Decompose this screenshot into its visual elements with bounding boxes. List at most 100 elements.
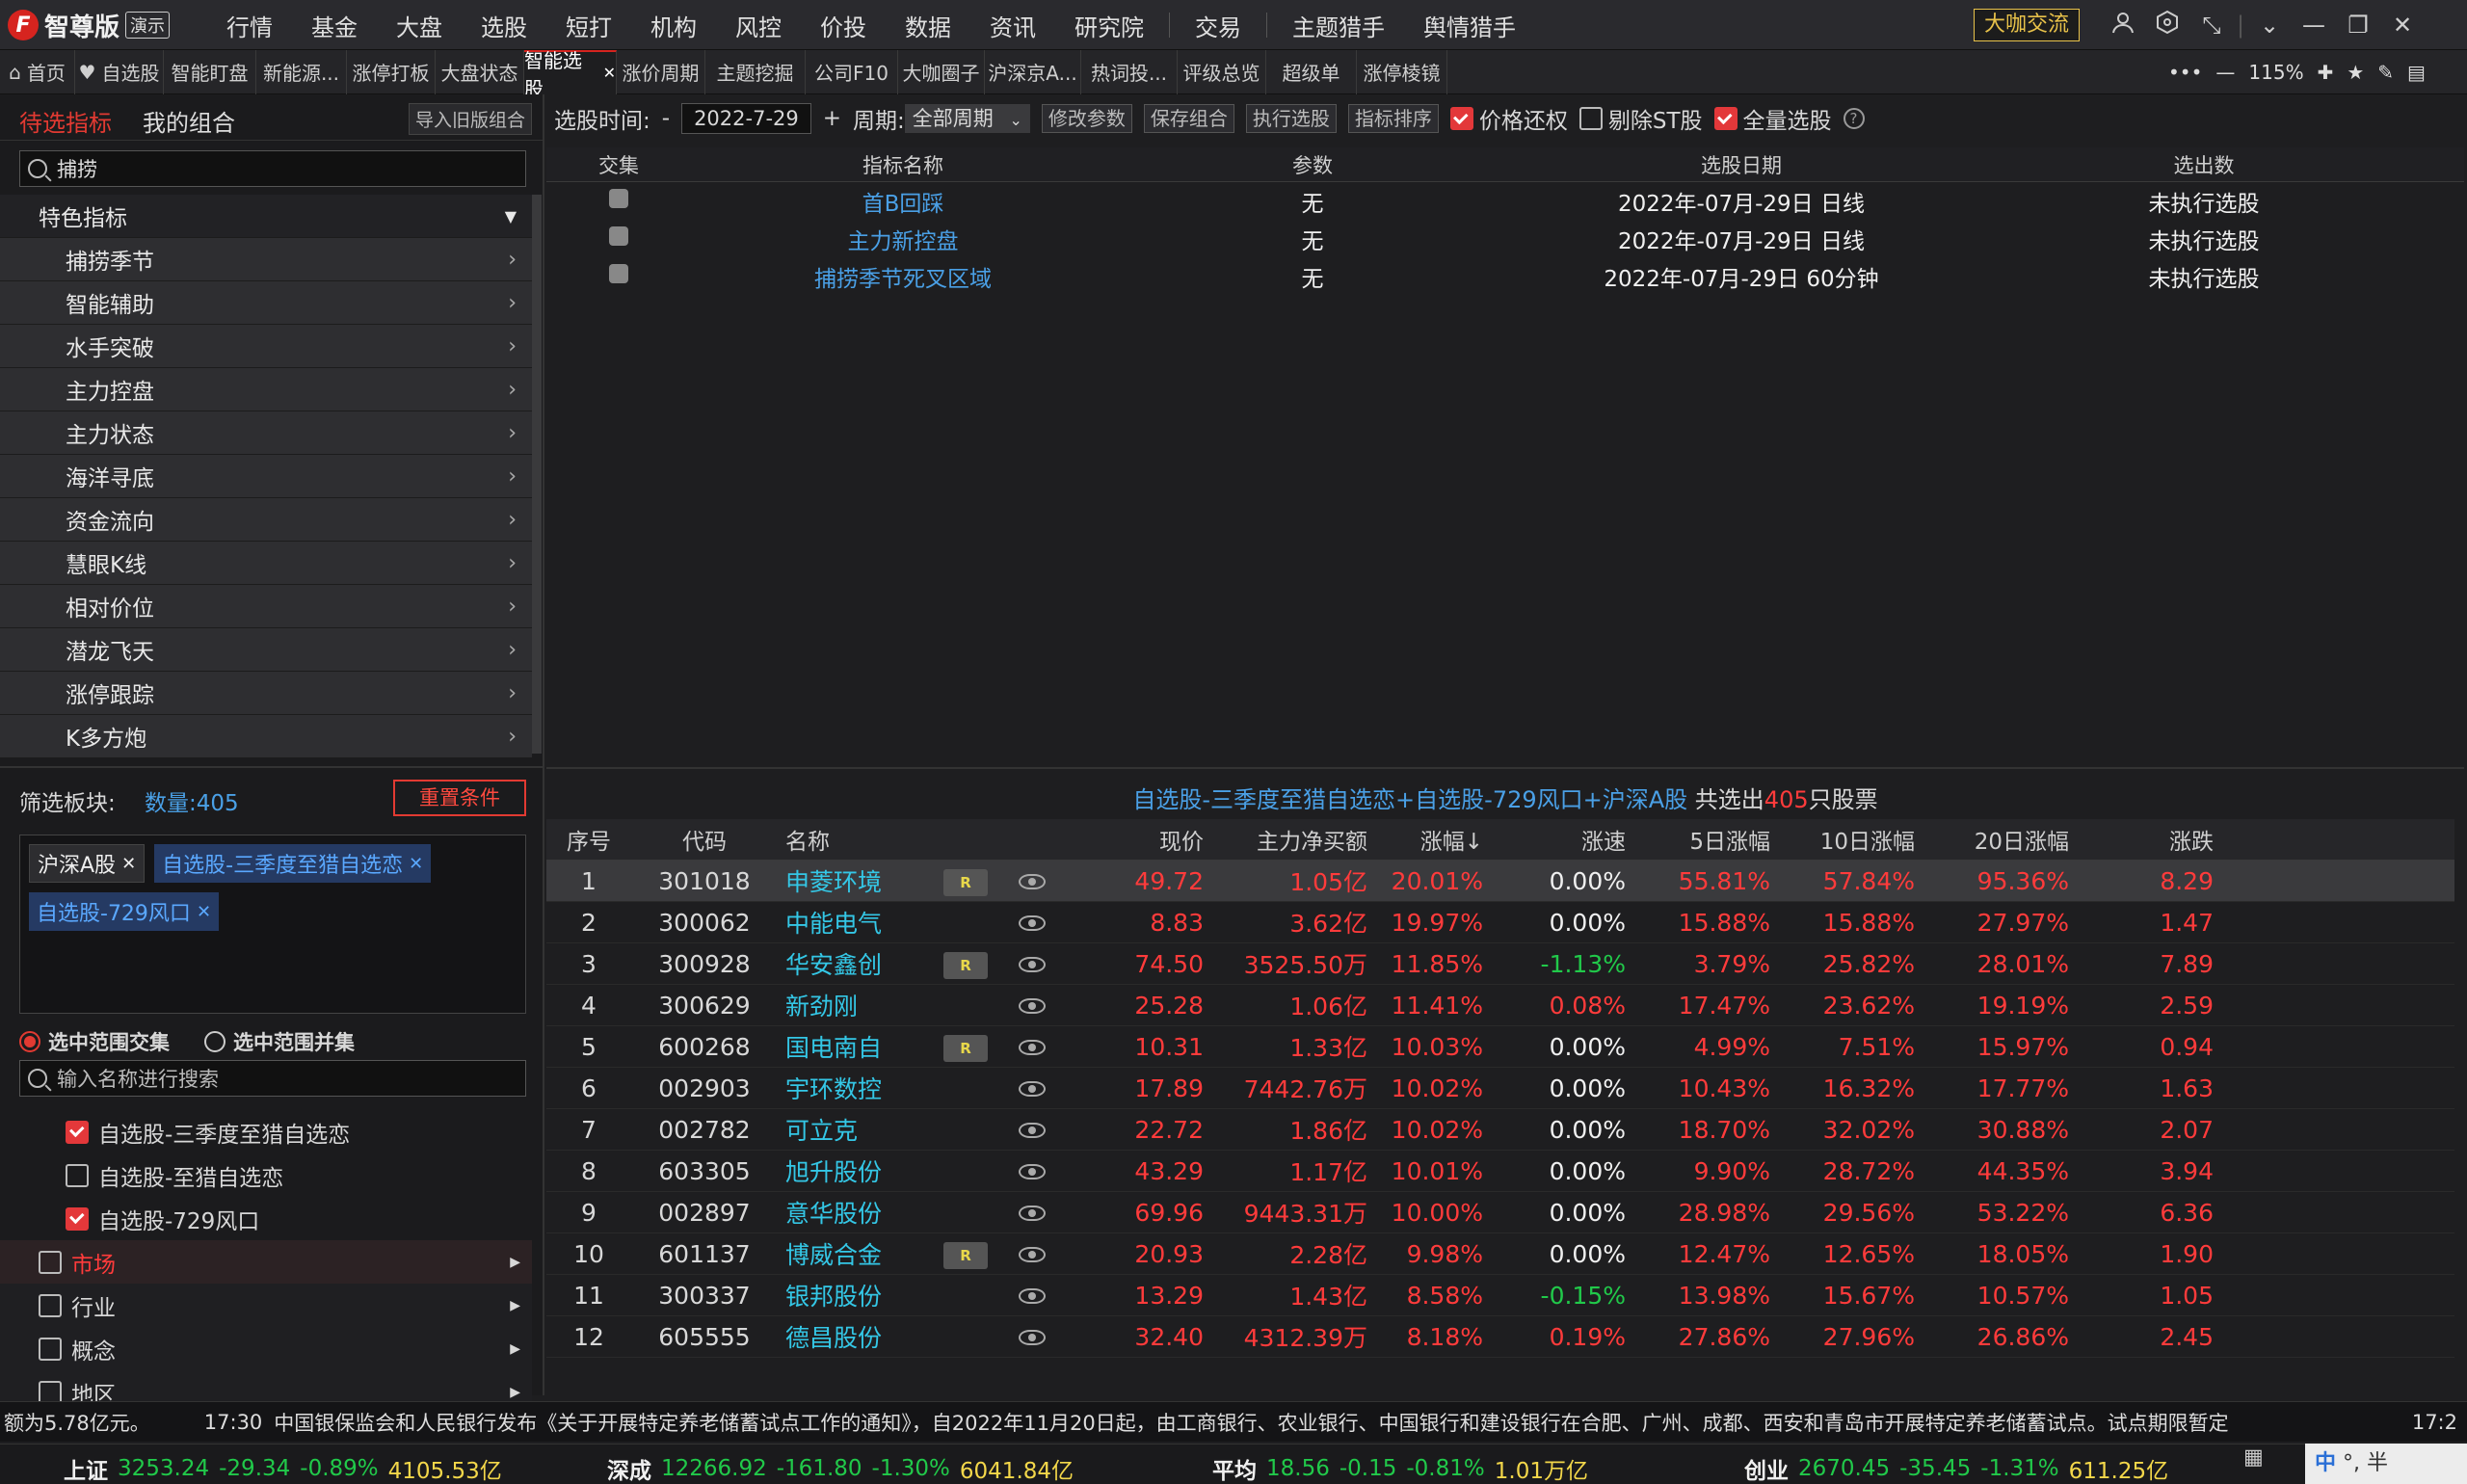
table-row[interactable]: 10 601137 博威合金 R 20.93 2.28亿 9.98% 0.00% 12.47% 1…: [546, 1233, 2454, 1275]
tab-item[interactable]: 主题挖掘: [705, 49, 806, 94]
mode-union[interactable]: 选中范围并集: [204, 1027, 355, 1056]
sector-group[interactable]: 行业 ▶: [0, 1284, 532, 1327]
minimize-icon[interactable]: —: [2292, 12, 2336, 39]
column-header[interactable]: 选股日期: [1510, 150, 1973, 179]
sector-option-checkbox[interactable]: [66, 1206, 89, 1231]
star-icon[interactable]: ★: [2347, 61, 2364, 84]
nav-item[interactable]: 研究院: [1055, 9, 1163, 42]
index-item[interactable]: 深成 12266.92 -161.80 -1.30% 6041.84亿: [607, 1452, 1074, 1484]
nav-item[interactable]: 大盘: [377, 9, 462, 42]
stock-name[interactable]: 博威合金: [778, 1236, 932, 1271]
category-item[interactable]: 慧眼K线 ›: [0, 542, 532, 585]
tab-item[interactable]: 智能选股 ✕: [524, 49, 617, 100]
eye-icon[interactable]: [999, 1033, 1065, 1061]
column-header[interactable]: 指标名称: [691, 150, 1115, 179]
column-header[interactable]: 现价: [1065, 823, 1211, 856]
table-row[interactable]: 5 600268 国电南自 R 10.31 1.33亿 10.03% 0.00% 4.99% 7.…: [546, 1026, 2454, 1068]
nav-item[interactable]: 数据: [886, 9, 970, 42]
tab-item[interactable]: 大咖圈子: [898, 49, 985, 94]
column-header[interactable]: 20日涨幅: [1923, 823, 2077, 856]
category-item[interactable]: 捕捞季节 ›: [0, 238, 532, 281]
hexagon-settings-icon[interactable]: [2145, 10, 2189, 40]
nav-item[interactable]: 舆情猎手: [1404, 9, 1535, 42]
calendar-icon[interactable]: ▦: [2243, 1445, 2272, 1480]
stock-name[interactable]: 宇环数控: [778, 1071, 932, 1105]
stock-name[interactable]: 华安鑫创: [778, 946, 932, 981]
sector-option[interactable]: 自选股-三季度至猎自选恋: [0, 1110, 532, 1153]
tab-close-icon[interactable]: ✕: [603, 64, 616, 82]
tab-item[interactable]: 涨价周期: [617, 49, 705, 94]
category-header[interactable]: 特色指标 ▼: [0, 195, 532, 238]
indicator-row[interactable]: 主力新控盘 无 2022年-07月-29日 日线 未执行选股: [546, 220, 2464, 257]
category-item[interactable]: 潜龙飞天 ›: [0, 628, 532, 672]
radio-intersect[interactable]: [19, 1031, 40, 1052]
tab-item[interactable]: 沪深京A...: [985, 49, 1081, 94]
tab-item[interactable]: 涨停棱镜: [1357, 49, 1447, 94]
column-header[interactable]: 涨跌: [2077, 823, 2221, 856]
save-combo-button[interactable]: 保存组合: [1143, 104, 1234, 133]
stock-name[interactable]: 意华股份: [778, 1195, 932, 1230]
radio-union[interactable]: [204, 1031, 225, 1052]
indicator-name[interactable]: 首B回踩: [691, 185, 1115, 218]
shrink-icon[interactable]: ⤡: [2189, 12, 2234, 39]
eye-icon[interactable]: [999, 867, 1065, 895]
all-stocks-option[interactable]: 全量选股: [1713, 102, 1832, 135]
category-item[interactable]: 涨停跟踪 ›: [0, 672, 532, 715]
edit-params-button[interactable]: 修改参数: [1041, 104, 1132, 133]
more-icon[interactable]: •••: [2168, 61, 2202, 84]
tag-remove-icon[interactable]: ✕: [409, 854, 423, 874]
indicator-search-input[interactable]: 捕捞: [19, 150, 526, 187]
table-row[interactable]: 6 002903 宇环数控 17.89 7442.76万 10.02% 0.00% 10.43…: [546, 1068, 2454, 1109]
sector-group[interactable]: 概念 ▶: [0, 1327, 532, 1370]
price-restore-option[interactable]: 价格还权: [1449, 102, 1568, 135]
column-header[interactable]: 序号: [546, 823, 631, 856]
nav-item[interactable]: 交易: [1176, 9, 1260, 42]
stock-name[interactable]: 国电南自: [778, 1029, 932, 1064]
tab-item[interactable]: 涨停打板: [347, 49, 436, 94]
restore-icon[interactable]: ❐: [2336, 12, 2380, 39]
column-header[interactable]: 选出数: [1973, 150, 2435, 179]
sector-search-input[interactable]: 输入名称进行搜索: [19, 1060, 526, 1097]
help-icon[interactable]: ?: [1843, 108, 1865, 129]
date-input[interactable]: 2022-7-29: [681, 103, 811, 134]
category-item[interactable]: 主力状态 ›: [0, 411, 532, 455]
table-row[interactable]: 3 300928 华安鑫创 R 74.50 3525.50万 11.85% -1.13% 3.7…: [546, 943, 2454, 985]
index-item[interactable]: 平均 18.56 -0.15 -0.81% 1.01万亿: [1212, 1452, 1588, 1484]
eye-icon[interactable]: [999, 1116, 1065, 1144]
indicator-sort-button[interactable]: 指标排序: [1347, 104, 1439, 133]
chevron-down-icon[interactable]: ⌄: [2247, 12, 2292, 39]
nav-item[interactable]: 资讯: [970, 9, 1055, 42]
table-row[interactable]: 12 605555 德昌股份 32.40 4312.39万 8.18% 0.19% 27.86…: [546, 1316, 2454, 1358]
column-header[interactable]: 代码: [631, 823, 778, 856]
nav-item[interactable]: 主题猎手: [1273, 9, 1404, 42]
tag-remove-icon[interactable]: ✕: [121, 854, 136, 874]
sector-group[interactable]: 市场 ▶: [0, 1240, 532, 1284]
import-combo-button[interactable]: 导入旧版组合: [409, 103, 533, 135]
mode-intersect[interactable]: 选中范围交集: [19, 1027, 170, 1056]
sector-option-checkbox[interactable]: [66, 1120, 89, 1144]
nav-item[interactable]: 机构: [631, 9, 716, 42]
tab-item[interactable]: 新能源...: [256, 49, 347, 94]
table-row[interactable]: 2 300062 中能电气 8.83 3.62亿 19.97% 0.00% 15.88% 15.…: [546, 902, 2454, 943]
column-header[interactable]: 主力净买额: [1211, 823, 1375, 856]
column-header[interactable]: 参数: [1115, 150, 1510, 179]
sector-option-checkbox[interactable]: [66, 1163, 89, 1187]
stock-name[interactable]: 银邦股份: [778, 1278, 932, 1312]
tab-item[interactable]: 评级总览: [1178, 49, 1266, 94]
zoom-in-icon[interactable]: ✚: [2318, 61, 2334, 84]
category-item[interactable]: 海洋寻底 ›: [0, 455, 532, 498]
stock-name[interactable]: 可立克: [778, 1112, 932, 1147]
category-item[interactable]: 主力控盘 ›: [0, 368, 532, 411]
tab-item[interactable]: 公司F10: [806, 49, 898, 94]
index-item[interactable]: 创业 2670.45 -35.45 -1.31% 611.25亿: [1744, 1452, 2168, 1484]
eye-icon[interactable]: [999, 1323, 1065, 1351]
stock-name[interactable]: 申菱环境: [778, 863, 932, 898]
user-icon[interactable]: [2101, 10, 2145, 40]
all-stocks-checkbox[interactable]: [1713, 107, 1738, 130]
intersect-toggle-icon[interactable]: [546, 225, 691, 252]
table-row[interactable]: 4 300629 新劲刚 25.28 1.06亿 11.41% 0.08% 17.47% 23.…: [546, 985, 2454, 1026]
nav-item[interactable]: 短打: [546, 9, 631, 42]
tab-item[interactable]: 大盘状态: [436, 49, 524, 94]
eye-icon[interactable]: [999, 1074, 1065, 1102]
rating-badge[interactable]: R: [943, 1035, 988, 1062]
